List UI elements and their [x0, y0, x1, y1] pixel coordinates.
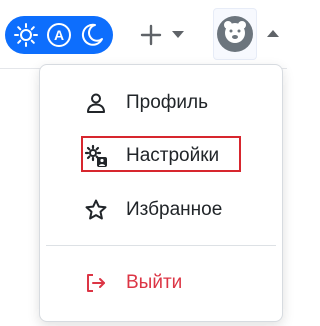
menu-item-logout[interactable]: Выйти [40, 263, 282, 303]
light-mode-button[interactable] [11, 20, 41, 50]
page: A Профиль Настройки Избранное Выйти [0, 0, 287, 326]
menu-item-label: Избранное [126, 199, 223, 220]
auto-glyph: A [54, 27, 64, 43]
user-menu-button[interactable] [213, 8, 283, 60]
menu-divider [46, 245, 276, 246]
sun-icon [13, 22, 39, 48]
caret-down-icon [172, 31, 184, 39]
add-menu-button[interactable] [140, 20, 184, 50]
menu-item-label: Настройки [126, 145, 220, 166]
star-icon [84, 198, 108, 222]
moon-icon [79, 22, 105, 48]
top-navbar: A [0, 0, 287, 69]
avatar-wrapper [213, 8, 257, 60]
avatar [217, 16, 253, 52]
person-icon [84, 91, 108, 115]
menu-item-favorites[interactable]: Избранное [40, 190, 282, 230]
auto-icon: A [46, 22, 72, 48]
logout-icon [84, 271, 108, 295]
bear-avatar-icon [221, 18, 249, 51]
color-mode-toggle: A [5, 16, 113, 54]
menu-item-label: Профиль [126, 92, 209, 113]
menu-item-settings[interactable]: Настройки [40, 136, 282, 176]
user-gear-icon [84, 144, 108, 168]
user-dropdown-menu: Профиль Настройки Избранное Выйти [39, 64, 283, 322]
menu-item-label: Выйти [126, 272, 183, 293]
dark-mode-button[interactable] [77, 20, 107, 50]
caret-up-icon [267, 25, 279, 43]
plus-icon [140, 24, 162, 46]
menu-item-profile[interactable]: Профиль [40, 83, 282, 123]
auto-mode-button[interactable]: A [44, 20, 74, 50]
